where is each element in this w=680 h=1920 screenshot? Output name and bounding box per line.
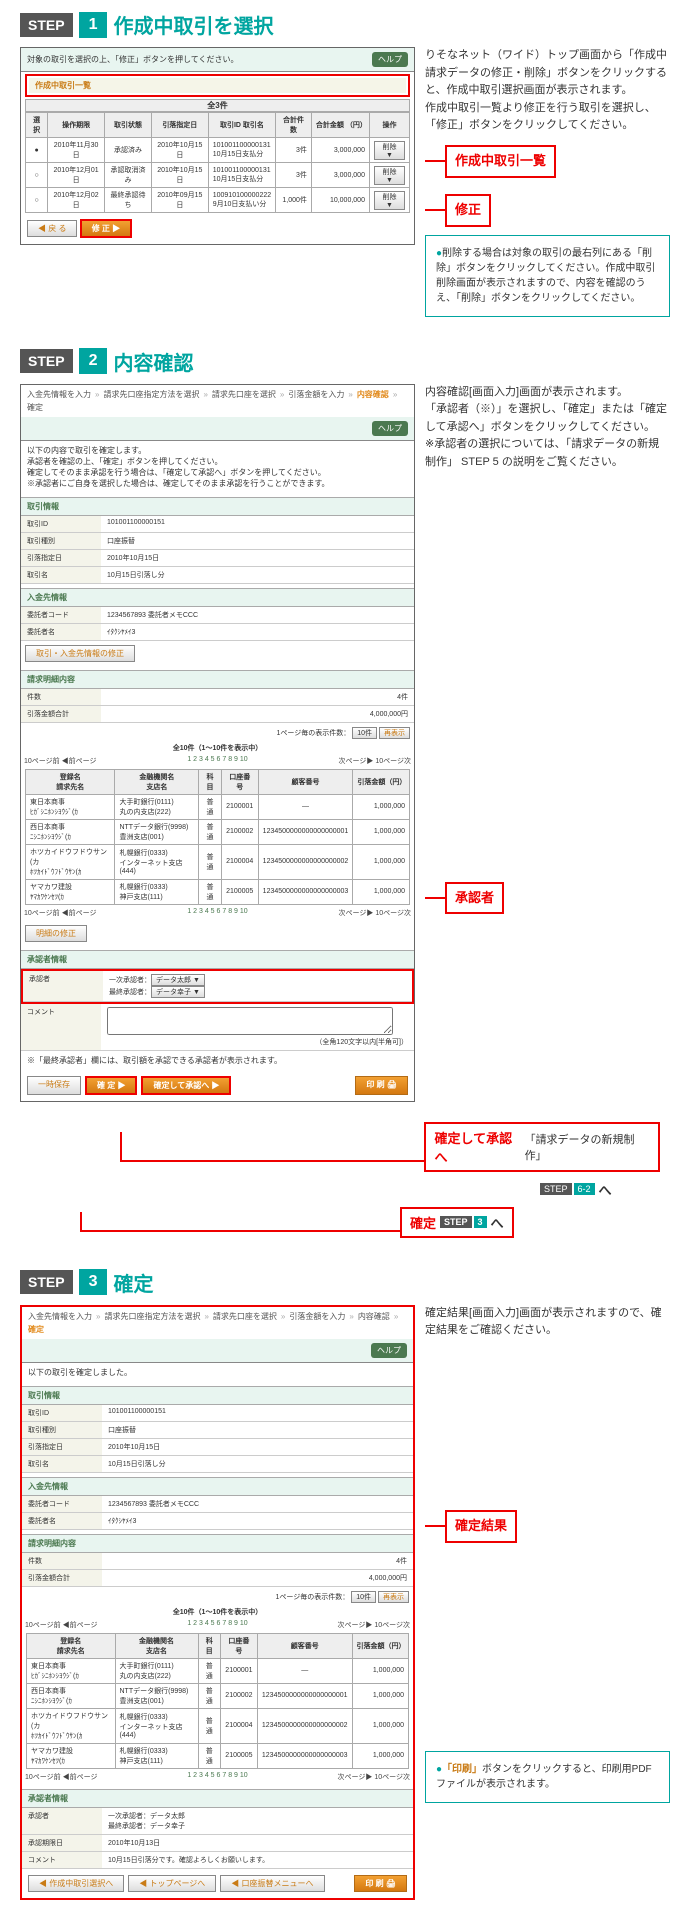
delete-button[interactable]: 削除 ▼ [374, 141, 405, 160]
table-row: 西日本商事 ﾆｼﾆﾎﾝｼﾖｳｼﾞ(ｶNTTデータ銀行(9998) 豊洲支店(00… [26, 819, 410, 844]
table-row: ホツカイドウフドウサン(カ ﾎﾂｶｲﾄﾞｳﾌﾄﾞｳｻﾝ(ｶ札幌銀行(0333) … [27, 1708, 409, 1743]
confirm-btn[interactable]: 確 定 ▶ [85, 1076, 137, 1095]
to-menu-btn[interactable]: ◀ 口座振替メニューへ [220, 1875, 324, 1892]
per-page-select[interactable]: 10件 [351, 1591, 376, 1603]
step3-header: STEP 3 確定 [20, 1268, 680, 1297]
step3-tip: ●「印刷」ボタンをクリックすると、印刷用PDFファイルが表示されます。 [425, 1751, 670, 1803]
step2-header: STEP 2 内容確認 [20, 347, 680, 376]
appr1-select[interactable]: データ太郎 ▼ [151, 974, 205, 986]
help-button[interactable]: ヘルプ [371, 1343, 407, 1358]
step3-desc: 確定結果[画面入力]画面が表示されますので、確定結果をご確認ください。 [425, 1305, 670, 1340]
back-to-select-btn[interactable]: ◀ 作成中取引選択へ [28, 1875, 124, 1892]
step-title: 作成中取引を選択 [113, 10, 273, 39]
sec-trx: 取引情報 [21, 497, 414, 516]
delete-button[interactable]: 削除 ▼ [374, 166, 405, 185]
table-row: ホツカイドウフドウサン(カ ﾎﾂｶｲﾄﾞｳﾌﾄﾞｳｻﾝ(ｶ札幌銀行(0333) … [26, 844, 410, 879]
step1-screenshot: 対象の取引を選択の上、「修正」ボタンを押してください。 ヘルプ 作成中取引一覧 … [20, 47, 415, 245]
pager-prev[interactable]: 10ページ前 ◀前ページ [24, 756, 96, 766]
transaction-table: 選択 操作期限 取引状態 引落指定日 取引ID 取引名 合計件数 合計金額 （円… [25, 112, 410, 213]
table-row[interactable]: ○2010年12月02日最終承認待ち2010年09月15日10091010000… [26, 188, 410, 213]
sec-payer: 入金先情報 [21, 588, 414, 607]
table-row[interactable]: ○2010年12月01日承認取消済み2010年10月15日10100110000… [26, 163, 410, 188]
detail-table: 登録名 請求先名金融機関名 支店名科目口座番号顧客番号引落金額（円）東日本商事 … [26, 1633, 409, 1769]
delete-button[interactable]: 削除 ▼ [374, 191, 405, 210]
step1-header: STEP 1 作成中取引を選択 [20, 10, 680, 39]
step3-screenshot: 入金先情報を入力請求先口座指定方法を選択請求先口座を選択引落金額を入力内容確認確… [20, 1305, 415, 1900]
pager-nums[interactable]: 1 2 3 4 5 6 7 8 9 10 [187, 756, 247, 766]
table-row[interactable]: ●2010年11月30日承認済み2010年10月15日1010011000001… [26, 138, 410, 163]
back-button[interactable]: ◀ 戻 る [27, 220, 77, 237]
table-row: 東日本商事 ﾋｶﾞｼﾆﾎﾝｼﾖｳｼﾞ(ｶ大手町銀行(0111) 丸の内支店(22… [26, 794, 410, 819]
redisplay-btn[interactable]: 再表示 [378, 1591, 409, 1603]
step1-desc: りそなネット（ワイド）トップ画面から「作成中請求データの修正・削除」ボタンをクリ… [425, 47, 670, 135]
help-button[interactable]: ヘルプ [372, 421, 408, 436]
step-label: STEP [20, 13, 73, 37]
sec-detail: 請求明細内容 [21, 670, 414, 689]
step2-desc: 内容確認[画面入力]画面が表示されます。 「承認者（※）」を選択し、「確定」また… [425, 384, 670, 472]
row-count: 全3件 [25, 99, 410, 112]
redisplay-btn[interactable]: 再表示 [379, 727, 410, 739]
help-button[interactable]: ヘルプ [372, 52, 408, 67]
print-btn[interactable]: 印 刷 🖨 [355, 1076, 408, 1095]
edit-detail-btn[interactable]: 明細の修正 [25, 925, 87, 942]
print-btn[interactable]: 印 刷 🖨 [354, 1875, 407, 1892]
callout-result: 確定結果 [445, 1510, 517, 1543]
table-row: ヤマカワ建設 ﾔﾏｶﾜｹﾝｾﾂ(ｶ札幌銀行(0333) 神戸支店(111)普通2… [27, 1743, 409, 1768]
panel-instr: 対象の取引を選択の上、「修正」ボタンを押してください。 [27, 54, 239, 65]
confirm-go-btn[interactable]: 確定して承認へ ▶ [141, 1076, 231, 1095]
appr2-select[interactable]: データ幸子 ▼ [151, 986, 205, 998]
breadcrumb: 入金先情報を入力請求先口座指定方法を選択請求先口座を選択引落金額を入力内容確認確… [21, 385, 414, 417]
step2-screenshot: 入金先情報を入力請求先口座指定方法を選択請求先口座を選択引落金額を入力内容確認確… [20, 384, 415, 1102]
top-page-btn[interactable]: ◀ トップページへ [128, 1875, 216, 1892]
pager-next[interactable]: 次ページ▶ 10ページ次 [339, 756, 411, 766]
fix-button[interactable]: 修 正 ▶ [80, 219, 132, 238]
step1-section: 対象の取引を選択の上、「修正」ボタンを押してください。 ヘルプ 作成中取引一覧 … [0, 47, 680, 337]
callout-approver: 承認者 [445, 882, 504, 915]
list-title: 作成中取引一覧 [29, 78, 406, 93]
edit-payer-btn[interactable]: 取引・入金先情報の修正 [25, 645, 135, 662]
table-row: 東日本商事 ﾋｶﾞｼﾆﾎﾝｼﾖｳｼﾞ(ｶ大手町銀行(0111) 丸の内支店(22… [27, 1658, 409, 1683]
step3-section: 入金先情報を入力請求先口座指定方法を選択請求先口座を選択引落金額を入力内容確認確… [0, 1305, 680, 1920]
temp-save-btn[interactable]: 一時保存 [27, 1076, 81, 1095]
table-row: ヤマカワ建設 ﾔﾏｶﾜｹﾝｾﾂ(ｶ札幌銀行(0333) 神戸支店(111)普通2… [26, 879, 410, 904]
detail-table: 登録名 請求先名金融機関名 支店名科目口座番号顧客番号引落金額（円）東日本商事 … [25, 769, 410, 905]
step-num: 1 [79, 12, 108, 38]
breadcrumb: 入金先情報を入力請求先口座指定方法を選択請求先口座を選択引落金額を入力内容確認確… [22, 1307, 413, 1339]
sec-approver: 承認者情報 [21, 950, 414, 969]
comment-input[interactable] [107, 1007, 393, 1035]
callout-fix: 修正 [445, 194, 491, 227]
step2-section: 入金先情報を入力請求先口座指定方法を選択請求先口座を選択引落金額を入力内容確認確… [0, 384, 680, 1122]
table-row: 西日本商事 ﾆｼﾆﾎﾝｼﾖｳｼﾞ(ｶNTTデータ銀行(9998) 豊洲支店(00… [27, 1683, 409, 1708]
callout-list: 作成中取引一覧 [445, 145, 556, 178]
step1-tip: ●削除する場合は対象の取引の最右列にある「削除」ボタンをクリックしてください。作… [425, 235, 670, 317]
per-page-select[interactable]: 10件 [352, 727, 377, 739]
